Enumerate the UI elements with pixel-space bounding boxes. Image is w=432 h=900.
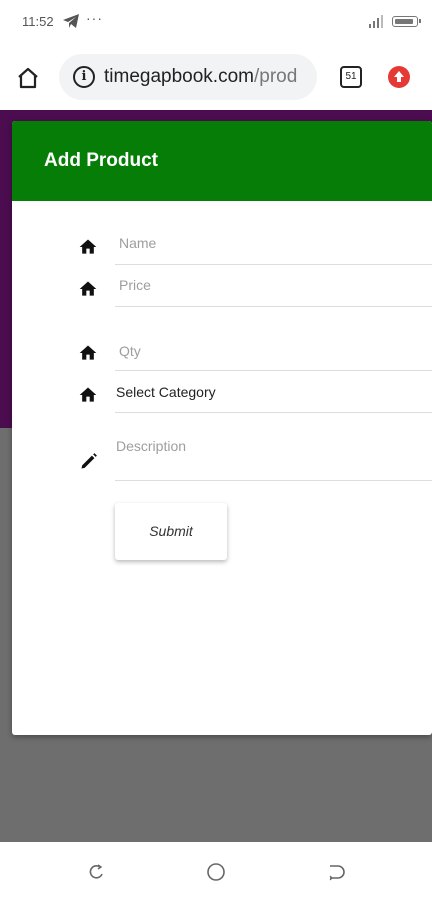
home-icon — [79, 387, 97, 402]
dialog-header: Add Product — [12, 121, 432, 201]
name-field[interactable]: Name — [115, 223, 432, 265]
description-placeholder: Description — [116, 438, 187, 454]
dialog-title: Add Product — [44, 150, 158, 171]
more-indicator: ··· — [86, 10, 103, 26]
home-icon[interactable] — [16, 66, 40, 90]
status-time: 11:52 — [22, 14, 54, 29]
extension-icon[interactable] — [388, 66, 410, 88]
info-icon[interactable] — [73, 66, 95, 88]
description-field[interactable]: Description — [115, 413, 432, 481]
qty-placeholder: Qty — [119, 343, 141, 359]
url-text[interactable]: timegapbook.com/prod — [104, 66, 306, 88]
address-bar[interactable]: timegapbook.com/prod — [59, 54, 317, 100]
home-icon — [79, 239, 97, 254]
signal-icon — [369, 15, 383, 28]
browser-toolbar: timegapbook.com/prod 51 — [0, 44, 432, 110]
recent-apps-icon[interactable] — [87, 862, 107, 882]
qty-field[interactable]: Qty — [115, 329, 432, 371]
telegram-icon — [63, 14, 79, 28]
home-icon — [79, 345, 97, 360]
price-placeholder: Price — [119, 277, 151, 293]
battery-icon — [392, 16, 421, 27]
pencil-icon — [81, 453, 97, 469]
system-nav-bar — [0, 842, 432, 900]
price-field[interactable]: Price — [115, 265, 432, 307]
submit-button[interactable]: Submit — [115, 503, 227, 560]
tab-switcher-button[interactable]: 51 — [340, 66, 362, 88]
name-placeholder: Name — [119, 235, 157, 251]
home-icon — [79, 281, 97, 296]
category-value: Select Category — [116, 384, 216, 400]
status-bar: 11:52 ··· — [0, 0, 432, 44]
back-icon[interactable] — [326, 862, 346, 882]
url-path: /prod — [253, 66, 298, 87]
add-product-dialog: Add Product Name Price Qty Select Catego… — [12, 121, 432, 735]
category-select[interactable]: Select Category — [115, 371, 432, 413]
home-circle-icon[interactable] — [206, 862, 226, 882]
url-host: timegapbook.com — [104, 66, 254, 87]
